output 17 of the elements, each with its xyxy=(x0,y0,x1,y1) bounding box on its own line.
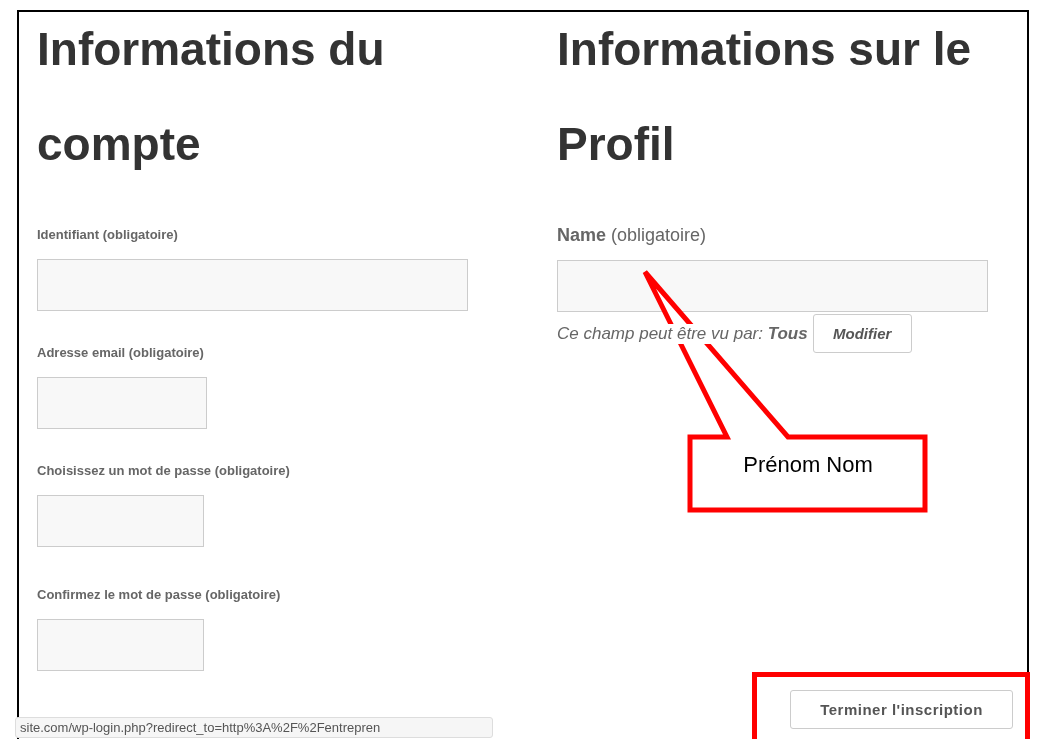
field-label: Choisissez un mot de passe (obligatoire) xyxy=(37,462,291,480)
field-label: Name (obligatoire) xyxy=(557,225,708,245)
section-heading: Informations sur le Profil xyxy=(557,22,973,172)
input-field[interactable] xyxy=(37,495,204,547)
callout-text: Prénom Nom xyxy=(742,452,874,478)
input-field[interactable] xyxy=(37,259,468,311)
input-field[interactable] xyxy=(37,377,207,429)
field-label: Identifiant (obligatoire) xyxy=(37,226,179,244)
status-url: site.com/wp-login.php?redirect_to=http%3A%2F%2Fentrepren xyxy=(15,717,493,738)
field-label: Confirmez le mot de passe (obligatoire) xyxy=(37,586,282,604)
input-field[interactable] xyxy=(557,260,988,312)
input-field[interactable] xyxy=(37,619,204,671)
field-label: Adresse email (obligatoire) xyxy=(37,344,205,362)
visibility-note: Ce champ peut être vu par: Tous xyxy=(557,323,808,344)
section-heading: Informations du compte xyxy=(37,22,386,172)
submit-button[interactable]: Terminer l'inscription xyxy=(790,690,1013,729)
modify-button[interactable]: Modifier xyxy=(812,314,912,353)
